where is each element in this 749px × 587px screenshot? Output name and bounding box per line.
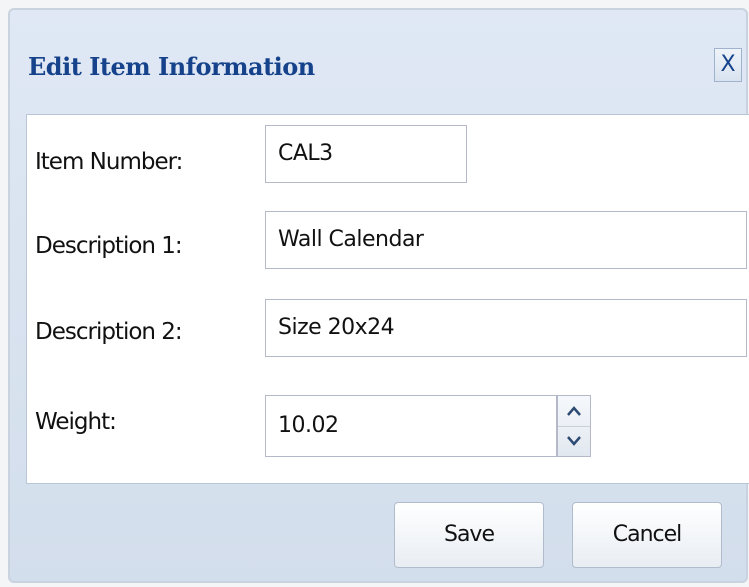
save-button[interactable]: Save [394, 502, 544, 568]
dialog-titlebar[interactable]: Edit Item Information X [10, 10, 746, 110]
dialog-title: Edit Item Information [28, 52, 315, 81]
weight-stepper[interactable] [557, 395, 591, 457]
chevron-up-icon[interactable] [558, 396, 590, 427]
description2-input[interactable]: Size 20x24 [265, 299, 747, 357]
description2-label: Description 2: [35, 319, 183, 345]
edit-item-dialog: Edit Item Information X Item Number: CAL… [8, 8, 749, 583]
chevron-down-icon[interactable] [558, 426, 590, 456]
description1-label: Description 1: [35, 233, 183, 259]
weight-label: Weight: [35, 409, 117, 435]
close-button[interactable]: X [714, 48, 742, 82]
item-number-input[interactable]: CAL3 [265, 125, 467, 183]
item-number-label: Item Number: [35, 149, 183, 175]
cancel-button[interactable]: Cancel [572, 502, 722, 568]
weight-input[interactable]: 10.02 [265, 395, 557, 457]
form-panel: Item Number: CAL3 Description 1: Wall Ca… [26, 114, 749, 484]
description1-input[interactable]: Wall Calendar [265, 211, 747, 269]
